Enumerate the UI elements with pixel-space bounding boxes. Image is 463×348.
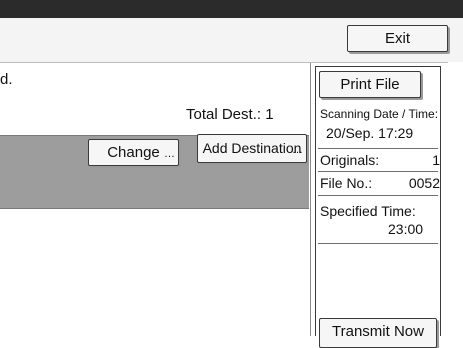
file-no-value: 0052 <box>408 175 440 191</box>
transmit-now-button[interactable]: Transmit Now <box>319 318 437 348</box>
scanning-date-value: 20/Sep. 17:29 <box>326 125 414 141</box>
file-no-label: File No.: <box>320 175 373 191</box>
main-panel: d. Total Dest.: 1 Change … Add Destinati… <box>0 63 309 336</box>
divider <box>318 171 438 172</box>
specified-time-value: 23:00 <box>388 221 424 237</box>
right-gutter <box>448 62 463 336</box>
originals-label: Originals: <box>320 152 380 168</box>
change-button-label: Change <box>107 144 160 161</box>
message-text: d. <box>0 71 13 88</box>
scanning-date-label: Scanning Date / Time: <box>320 107 439 121</box>
more-dots-icon: … <box>292 144 303 156</box>
exit-button[interactable]: Exit <box>347 25 448 52</box>
print-file-button[interactable]: Print File <box>319 71 421 98</box>
panel-divider <box>310 63 311 336</box>
top-bar <box>0 0 463 18</box>
more-dots-icon: … <box>164 148 175 160</box>
total-dest-label: Total Dest.: 1 <box>186 106 274 123</box>
originals-value: 1 <box>432 152 440 168</box>
divider <box>318 195 438 196</box>
divider <box>318 243 438 244</box>
divider <box>318 148 438 149</box>
specified-time-label: Specified Time: <box>320 203 416 219</box>
change-button[interactable]: Change … <box>88 139 179 166</box>
add-destination-button[interactable]: Add Destination … <box>197 134 307 163</box>
add-destination-label: Add Destination <box>202 140 302 156</box>
